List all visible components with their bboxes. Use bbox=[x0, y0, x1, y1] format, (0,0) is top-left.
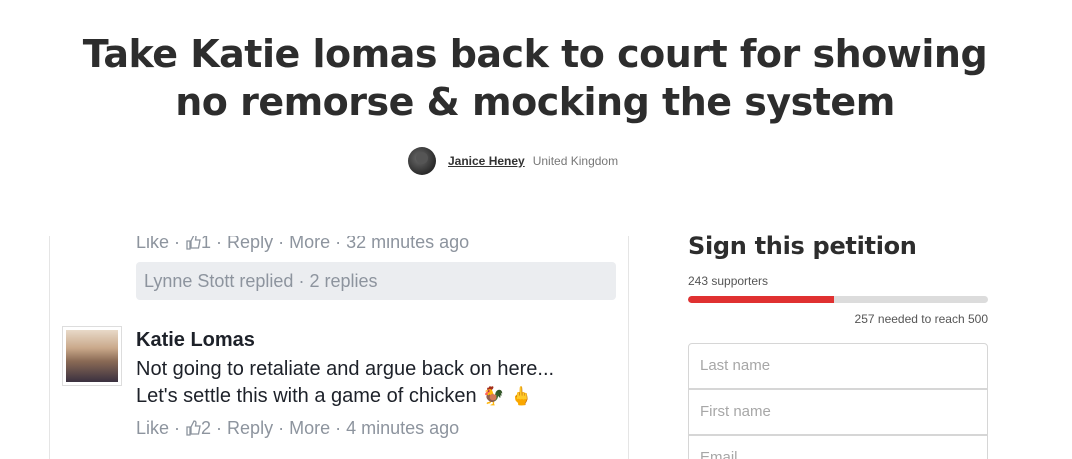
chicken-emoji-icon: 🐓 bbox=[482, 386, 505, 406]
comment-meta: Like · 2 · Reply · More · 4 minutes ago bbox=[136, 418, 460, 438]
progress-fill bbox=[688, 296, 834, 303]
supporter-count: 243 supporters bbox=[688, 274, 769, 288]
last-name-input[interactable] bbox=[688, 343, 988, 389]
email-input[interactable] bbox=[688, 435, 988, 459]
comment-text: Not going to retaliate and argue back on… bbox=[136, 356, 626, 410]
comment-screenshot: Like · 1 · Reply · More · 32 minutes ago… bbox=[49, 236, 629, 459]
first-name-input[interactable] bbox=[688, 389, 988, 435]
signature-progress-bar bbox=[688, 296, 988, 303]
author-name-link[interactable]: Janice Heney bbox=[448, 154, 525, 168]
author-location: United Kingdom bbox=[532, 154, 619, 168]
sign-petition-heading: Sign this petition bbox=[688, 232, 917, 260]
signatures-needed: 257 needed to reach 500 bbox=[854, 312, 988, 326]
top-comment-meta: Like · 1 · Reply · More · 32 minutes ago bbox=[136, 236, 470, 252]
thumbs-up-icon bbox=[186, 420, 201, 436]
petition-title: Take Katie lomas back to court for showi… bbox=[82, 32, 988, 124]
thumbs-up-icon bbox=[186, 236, 201, 250]
author-avatar[interactable] bbox=[408, 147, 436, 175]
replies-summary: Lynne Stott replied · 2 replies bbox=[136, 262, 616, 300]
commenter-name: Katie Lomas bbox=[136, 329, 255, 351]
hand-gesture-emoji-icon: 🖕 bbox=[510, 386, 533, 406]
author-row: Janice Heney United Kingdom bbox=[408, 146, 618, 176]
commenter-avatar bbox=[62, 326, 122, 386]
